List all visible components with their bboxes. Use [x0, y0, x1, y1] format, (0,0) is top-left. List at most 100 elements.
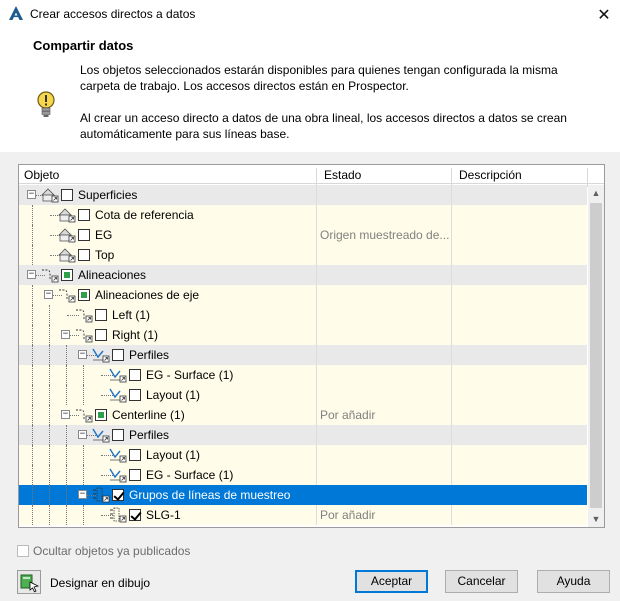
table-row[interactable]: − Right (1) [19, 325, 587, 345]
collapse-toggle-icon[interactable]: − [78, 430, 87, 439]
scroll-up-icon[interactable]: ▲ [588, 185, 604, 201]
alignment-icon [75, 307, 93, 323]
profile-icon [92, 347, 110, 363]
table-row[interactable]: Cota de referencia [19, 205, 587, 225]
table-row[interactable]: − Grupos de líneas de muestreo [19, 485, 587, 505]
collapse-toggle-icon[interactable]: − [27, 270, 36, 279]
select-in-drawing-icon [20, 574, 40, 593]
column-divider [451, 205, 452, 225]
row-checkbox[interactable] [61, 189, 73, 201]
table-row[interactable]: − Superficies [19, 185, 587, 205]
table-row[interactable]: − Perfiles [19, 345, 587, 365]
column-divider [451, 445, 452, 465]
collapse-toggle-icon[interactable]: − [61, 410, 70, 419]
row-checkbox[interactable] [78, 249, 90, 261]
close-button[interactable]: ✕ [588, 0, 620, 30]
row-name: Centerline (1) [112, 408, 185, 422]
collapse-toggle-icon[interactable]: − [27, 190, 36, 199]
surface-icon [58, 207, 76, 223]
help-button[interactable]: Ayuda [537, 570, 610, 593]
row-checkbox[interactable] [112, 429, 124, 441]
scroll-down-icon[interactable]: ▼ [588, 511, 604, 527]
table-row[interactable]: EG - Surface (1) [19, 465, 587, 485]
column-header-objeto[interactable]: Objeto [24, 168, 59, 182]
tree-connector [66, 425, 67, 445]
vertical-scrollbar[interactable]: ▲ ▼ [588, 185, 604, 527]
row-checkbox[interactable] [95, 309, 107, 321]
row-checkbox[interactable] [78, 209, 90, 221]
row-name: Alineaciones [78, 268, 147, 282]
row-checkbox[interactable] [61, 269, 73, 281]
table-row[interactable]: − Centerline (1) Por añadir [19, 405, 587, 425]
column-divider [316, 325, 317, 345]
table-row[interactable]: Top [19, 245, 587, 265]
column-divider [451, 325, 452, 345]
tree-connector [83, 445, 84, 465]
tree-connector [32, 445, 33, 465]
table-row[interactable]: Layout (1) [19, 385, 587, 405]
row-checkbox[interactable] [129, 369, 141, 381]
tree-connector [32, 485, 33, 505]
collapse-toggle-icon[interactable]: − [78, 490, 87, 499]
row-checkbox[interactable] [129, 509, 141, 521]
tree-connector [49, 325, 50, 345]
row-name: Perfiles [129, 348, 170, 362]
row-checkbox[interactable] [112, 349, 124, 361]
row-checkbox[interactable] [78, 229, 90, 241]
tree-connector [32, 245, 33, 265]
tree-connector [49, 425, 50, 445]
tree-connector [66, 465, 67, 485]
row-checkbox[interactable] [129, 449, 141, 461]
table-row[interactable]: − Perfiles [19, 425, 587, 445]
grid-rows: − Superficies Cota de referencia EG Origen m… [19, 185, 587, 527]
hide-published-checkbox[interactable] [17, 545, 29, 557]
row-checkbox[interactable] [78, 289, 90, 301]
table-row[interactable]: SLG-1 Por añadir [19, 505, 587, 525]
tree-connector [49, 345, 50, 365]
header-title: Compartir datos [33, 38, 134, 53]
tree-connector [49, 385, 50, 405]
row-checkbox[interactable] [95, 409, 107, 421]
column-divider [316, 505, 317, 525]
row-checkbox[interactable] [129, 389, 141, 401]
column-divider [316, 205, 317, 225]
column-divider [316, 385, 317, 405]
objects-grid: Objeto Estado Descripción − Superficies Co… [18, 164, 605, 528]
tree-connector [32, 465, 33, 485]
tree-connector [66, 345, 67, 365]
surface-icon [58, 227, 76, 243]
scrollbar-thumb[interactable] [590, 203, 602, 508]
table-row[interactable]: EG - Surface (1) [19, 365, 587, 385]
column-divider [316, 245, 317, 265]
column-divider [451, 285, 452, 305]
designate-in-drawing-button[interactable] [17, 570, 41, 594]
column-header-estado[interactable]: Estado [324, 168, 361, 182]
tree-connector [66, 365, 67, 385]
column-divider [451, 505, 452, 525]
cancel-button[interactable]: Cancelar [445, 570, 518, 593]
column-divider [451, 225, 452, 245]
alignment-icon [75, 407, 93, 423]
table-row[interactable]: − Alineaciones de eje [19, 285, 587, 305]
table-row[interactable]: Layout (1) [19, 445, 587, 465]
column-divider [316, 225, 317, 245]
tree-connector [66, 505, 67, 525]
row-checkbox[interactable] [129, 469, 141, 481]
sample-line-group-icon [92, 487, 110, 503]
table-row[interactable]: Left (1) [19, 305, 587, 325]
profile-icon [109, 447, 127, 463]
tree-connector [66, 385, 67, 405]
collapse-toggle-icon[interactable]: − [78, 350, 87, 359]
table-row[interactable]: EG Origen muestreado de... [19, 225, 587, 245]
accept-button[interactable]: Aceptar [355, 570, 428, 593]
row-checkbox[interactable] [112, 489, 124, 501]
column-divider [451, 305, 452, 325]
tree-connector [49, 305, 50, 325]
collapse-toggle-icon[interactable]: − [44, 290, 53, 299]
tree-connector [32, 345, 33, 365]
row-checkbox[interactable] [95, 329, 107, 341]
table-row[interactable]: − Alineaciones [19, 265, 587, 285]
row-name: Alineaciones de eje [95, 288, 200, 302]
column-header-descripcion[interactable]: Descripción [459, 168, 522, 182]
collapse-toggle-icon[interactable]: − [61, 330, 70, 339]
